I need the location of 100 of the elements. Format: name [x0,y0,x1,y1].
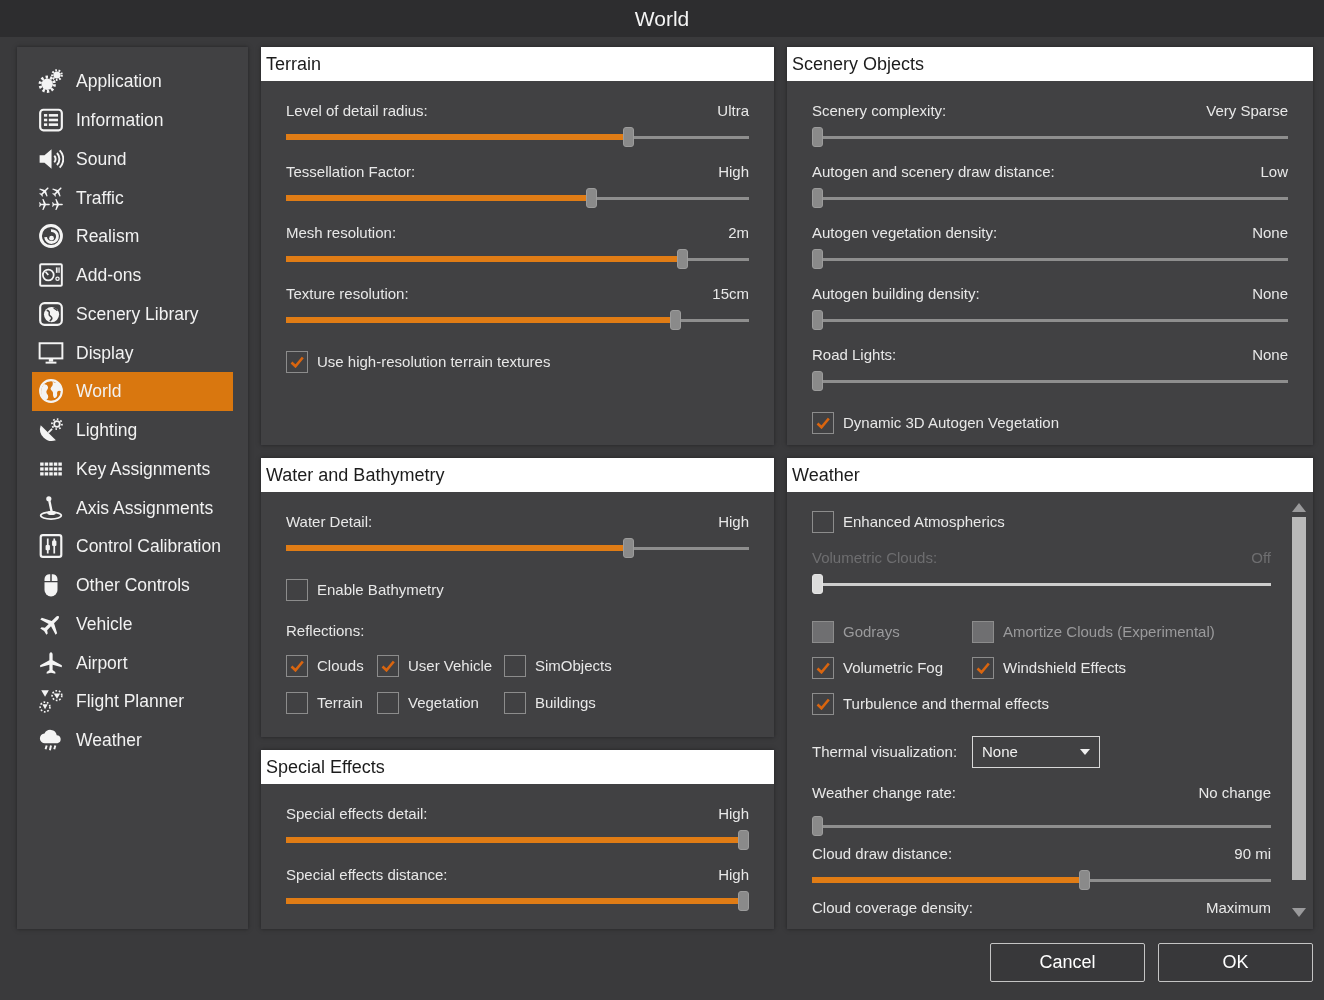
checkbox-label[interactable]: User Vehicle [408,654,493,678]
setting-label: Autogen vegetation density: [812,223,998,243]
section-label: Reflections: [286,621,365,641]
slider-thumb[interactable] [585,188,597,208]
monitor-icon [38,339,64,366]
setting-value: High [718,804,749,824]
checkbox-label[interactable]: Dynamic 3D Autogen Vegetation [843,411,1059,435]
slider-thumb[interactable] [738,891,749,911]
slider-thumb[interactable] [812,310,823,330]
slider-thumb[interactable] [622,538,634,558]
checkbox-label[interactable]: Terrain [317,691,363,715]
scroll-down-arrow-icon[interactable] [1292,908,1306,917]
list-icon [38,107,64,134]
setting-value: Very Sparse [1206,101,1288,121]
checkmark-icon [816,698,830,710]
checkbox-label[interactable]: Enhanced Atmospherics [843,510,1005,534]
slider-thumb[interactable] [677,249,689,269]
sidebar-item[interactable]: Traffic [32,178,233,217]
joystick-icon [38,494,64,521]
sidebar-item[interactable]: Weather [32,720,233,760]
setting-value: None [1252,345,1288,365]
setting-label: Autogen and scenery draw distance: [812,162,1055,182]
checkbox-label[interactable]: Vegetation [408,691,479,715]
sidebar-item[interactable]: Axis Assignments [32,488,233,527]
checkbox-label[interactable]: Enable Bathymetry [317,578,444,602]
sidebar-item[interactable]: Realism [32,217,233,256]
checkbox[interactable] [286,579,308,601]
dialog-button[interactable]: OK [1158,943,1313,982]
checkbox[interactable] [812,657,834,679]
checkbox[interactable] [812,511,834,533]
setting-value: None [1252,223,1288,243]
checkbox[interactable] [286,351,308,373]
sidebar-item[interactable]: Airport [32,643,233,682]
window-title: World [634,5,690,32]
sidebar-item[interactable]: Scenery Library [32,294,233,334]
setting-value: 2m [728,223,749,243]
checkbox[interactable] [972,657,994,679]
slider-thumb[interactable] [812,816,823,836]
sidebar-item[interactable]: Information [32,100,233,140]
slider-thumb[interactable] [812,127,823,147]
checkmark-icon [290,356,304,368]
sidebar-item[interactable]: Display [32,333,233,372]
slider-thumb[interactable] [812,188,823,208]
dialog-button[interactable]: Cancel [990,943,1145,982]
panel-title: Special Effects [261,750,774,784]
checkbox-label[interactable]: SimObjects [535,654,612,678]
sidebar-item[interactable]: Flight Planner [32,682,233,721]
sidebar-item[interactable]: Other Controls [32,565,233,605]
waypoints-icon [38,688,64,715]
checkmark-icon [976,662,990,674]
sidebar-item[interactable]: Vehicle [32,604,233,644]
checkbox[interactable] [377,655,399,677]
slider-thumb[interactable] [738,830,749,850]
setting-label: Scenery complexity: [812,101,947,121]
sidebar-item[interactable]: Key Assignments [32,449,233,489]
setting-label: Cloud draw distance: [812,844,953,864]
checkbox[interactable] [504,655,526,677]
slider-thumb[interactable] [812,249,823,269]
setting-value: High [718,512,749,532]
slider-thumb[interactable] [622,127,634,147]
checkbox-label[interactable]: Buildings [535,691,596,715]
checkbox[interactable] [286,692,308,714]
sidebar-item[interactable]: Lighting [32,410,233,450]
setting-value: 90 mi [1234,844,1271,864]
setting-value: Ultra [717,101,749,121]
swirl-icon [38,223,64,250]
sidebar-item[interactable]: Sound [32,139,233,179]
setting-label: Water Detail: [286,512,373,532]
scrollbar-thumb[interactable] [1292,517,1306,880]
checkbox[interactable] [377,692,399,714]
checkbox[interactable] [286,655,308,677]
setting-label: Mesh resolution: [286,223,397,243]
setting-label: Texture resolution: [286,284,409,304]
setting-value: No change [1198,783,1271,803]
sidebar-item[interactable]: Application [32,62,233,101]
sidebar-item[interactable]: Add-ons [32,255,233,295]
scroll-up-arrow-icon[interactable] [1292,503,1306,512]
slider-thumb[interactable] [669,310,681,330]
checkbox[interactable] [504,692,526,714]
slider-thumb[interactable] [812,371,823,391]
setting-value: 15cm [712,284,749,304]
caret-icon [1080,749,1090,755]
slider-thumb[interactable] [1078,870,1090,890]
panel-title: Scenery Objects [787,47,1313,81]
panel-title: Weather [787,458,1313,492]
dropdown[interactable]: None [972,736,1100,768]
setting-value: Maximum [1206,898,1271,918]
globe-icon [38,378,64,405]
sidebar-item[interactable]: Control Calibration [32,527,233,566]
checkbox-label[interactable]: Clouds [317,654,364,678]
checkbox-label[interactable]: Use high-resolution terrain textures [317,350,551,374]
setting-label: Special effects distance: [286,865,448,885]
panel-title: Terrain [261,47,774,81]
checkbox-label[interactable]: Turbulence and thermal effects [843,692,1049,716]
checkbox-label[interactable]: Windshield Effects [1003,656,1127,680]
checkbox[interactable] [812,693,834,715]
checkbox[interactable] [812,412,834,434]
checkmark-icon [816,417,830,429]
checkbox-label[interactable]: Volumetric Fog [843,656,944,680]
checkmark-icon [381,660,395,672]
